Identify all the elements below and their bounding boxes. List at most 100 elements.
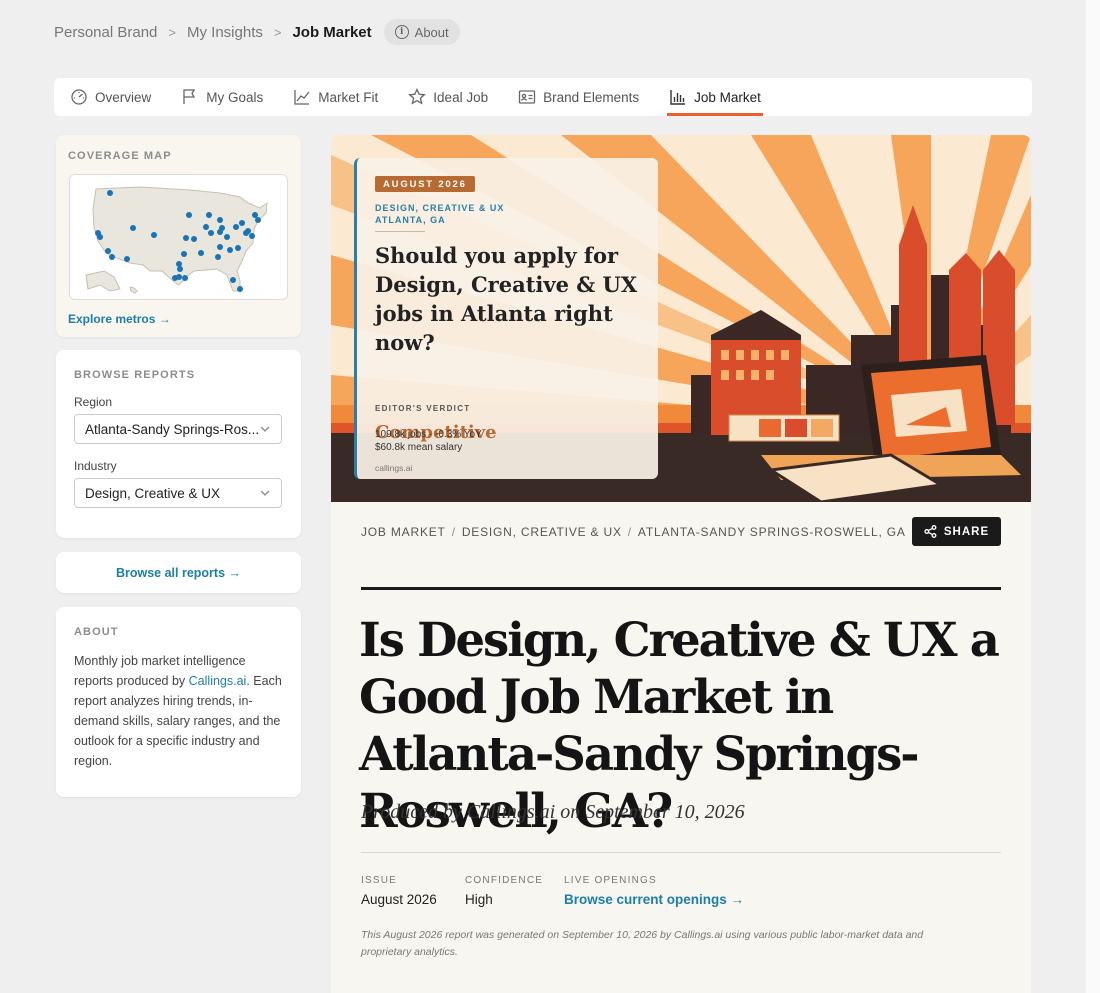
report-disclaimer: This August 2026 report was generated on…: [361, 929, 924, 958]
metro-dot[interactable]: [176, 274, 182, 280]
metro-dot[interactable]: [233, 224, 239, 230]
tab-label: My Goals: [206, 89, 264, 105]
metro-dot[interactable]: [181, 251, 187, 257]
divider: [375, 231, 425, 232]
metro-dot[interactable]: [252, 212, 258, 218]
about-button[interactable]: i About: [383, 19, 460, 45]
meta-live-openings: LIVE OPENINGS Browse current openings →: [564, 875, 744, 907]
metro-dot[interactable]: [151, 232, 157, 238]
article-crumb-region[interactable]: ATLANTA-SANDY SPRINGS-ROSWELL, GA: [638, 525, 906, 539]
meta-confidence: CONFIDENCE High: [465, 875, 543, 907]
tab-job-market[interactable]: Job Market: [667, 78, 763, 116]
metro-dot[interactable]: [105, 248, 111, 254]
region-select[interactable]: Atlanta-Sandy Springs-Ros...: [74, 414, 282, 444]
metro-dot[interactable]: [217, 229, 223, 235]
metro-dot[interactable]: [227, 247, 233, 253]
hero-jobs-stat: 109.8k jobs · -0.3% YoY: [375, 429, 482, 440]
metro-dot[interactable]: [255, 217, 261, 223]
metro-dot[interactable]: [130, 225, 136, 231]
about-text-part: . Each report analyzes hiring trends, in…: [74, 674, 282, 768]
metro-dot[interactable]: [177, 266, 183, 272]
tab-brand-elements[interactable]: Brand Elements: [518, 78, 639, 116]
report-panel: AUGUST 2026 DESIGN, CREATIVE & UX ATLANT…: [331, 135, 1031, 993]
metro-dot[interactable]: [198, 250, 204, 256]
metro-dot[interactable]: [243, 230, 249, 236]
tab-label: Job Market: [694, 89, 761, 105]
id-card-icon: [518, 90, 536, 104]
coverage-map[interactable]: [69, 174, 288, 300]
star-icon: [408, 88, 427, 105]
article-crumb-industry[interactable]: DESIGN, CREATIVE & UX: [462, 525, 622, 539]
metro-dot[interactable]: [235, 245, 241, 251]
metro-dot[interactable]: [215, 254, 221, 260]
metro-dot[interactable]: [239, 220, 245, 226]
metro-dot[interactable]: [191, 236, 197, 242]
breadcrumb-my-insights[interactable]: My Insights: [187, 24, 263, 41]
share-button[interactable]: SHARE: [912, 517, 1001, 546]
article-crumb-job-market[interactable]: JOB MARKET: [361, 525, 446, 539]
metro-dot[interactable]: [186, 212, 192, 218]
explore-metros-link[interactable]: Explore metros →: [68, 312, 171, 326]
tab-label: Brand Elements: [543, 89, 640, 105]
metro-dot[interactable]: [208, 230, 214, 236]
breadcrumb-current: Job Market: [292, 23, 372, 41]
share-button-label: SHARE: [943, 525, 990, 538]
meta-value: August 2026: [361, 892, 437, 907]
tab-label: Ideal Job: [433, 89, 489, 105]
metro-dot[interactable]: [224, 234, 230, 240]
metro-dot[interactable]: [109, 254, 115, 260]
metro-dot[interactable]: [97, 234, 103, 240]
hawaii-shape: [129, 286, 138, 294]
about-label: ABOUT: [74, 626, 119, 638]
hero-category-industry: DESIGN, CREATIVE & UX: [375, 203, 505, 213]
industry-select[interactable]: Design, Creative & UX: [74, 478, 282, 508]
tab-my-goals[interactable]: My Goals: [181, 78, 263, 116]
scrollbar[interactable]: [1086, 0, 1100, 993]
metro-dot[interactable]: [107, 190, 113, 196]
about-text: Monthly job market intelligence reports …: [74, 651, 286, 771]
chevron-right-icon: >: [168, 24, 176, 40]
metro-dot[interactable]: [217, 217, 223, 223]
bar-chart-icon: [670, 90, 686, 105]
meta-key: ISSUE: [361, 875, 398, 886]
tab-overview[interactable]: Overview: [70, 78, 151, 116]
hero-salary-stat: $60.8k mean salary: [375, 442, 463, 453]
gauge-icon: [71, 89, 87, 105]
metro-dot[interactable]: [183, 235, 189, 241]
flag-icon: [183, 89, 196, 104]
metro-dot[interactable]: [217, 244, 223, 250]
metro-dot[interactable]: [206, 212, 212, 218]
crumb-separator: /: [627, 525, 632, 539]
hero-banner: AUGUST 2026 DESIGN, CREATIVE & UX ATLANT…: [331, 135, 1031, 502]
region-select-value: Atlanta-Sandy Springs-Ros...: [85, 421, 260, 437]
hero-question: Should you apply for Design, Creative & …: [375, 243, 638, 355]
browse-openings-link[interactable]: Browse current openings →: [564, 892, 744, 907]
metro-dot[interactable]: [237, 286, 243, 292]
chevron-down-icon: [260, 490, 270, 496]
byline: Produced by Callings.ai on September 10,…: [361, 801, 745, 823]
tab-label: Market Fit: [318, 89, 379, 105]
coverage-map-label: COVERAGE MAP: [68, 150, 172, 162]
breadcrumb-personal-brand[interactable]: Personal Brand: [54, 24, 157, 41]
divider: [361, 587, 1001, 590]
tab-ideal-job[interactable]: Ideal Job: [408, 78, 488, 116]
coverage-map-card: COVERAGE MAP Explore metros →: [56, 135, 301, 337]
hero-source: callings.ai: [375, 463, 413, 473]
tab-bar: Overview My Goals Market Fit Ideal Job B…: [54, 78, 1032, 116]
metro-dot[interactable]: [176, 261, 182, 267]
metro-dot[interactable]: [249, 233, 255, 239]
breadcrumb: Personal Brand > My Insights > Job Marke…: [54, 18, 460, 46]
browse-all-reports-link[interactable]: Browse all reports →: [56, 552, 301, 593]
metro-dot[interactable]: [124, 256, 130, 262]
metro-dot[interactable]: [182, 275, 188, 281]
info-icon: i: [394, 25, 409, 39]
article-breadcrumb: JOB MARKET / DESIGN, CREATIVE & UX / ATLANTA…: [361, 525, 906, 539]
tab-label: Overview: [95, 89, 152, 105]
line-chart-icon: [294, 90, 310, 105]
tab-market-fit[interactable]: Market Fit: [293, 78, 378, 116]
metro-dot[interactable]: [230, 277, 236, 283]
issue-badge: AUGUST 2026: [375, 176, 475, 192]
callings-link[interactable]: Callings.ai: [189, 674, 247, 688]
metro-dot[interactable]: [203, 224, 209, 230]
meta-key: CONFIDENCE: [465, 875, 544, 886]
